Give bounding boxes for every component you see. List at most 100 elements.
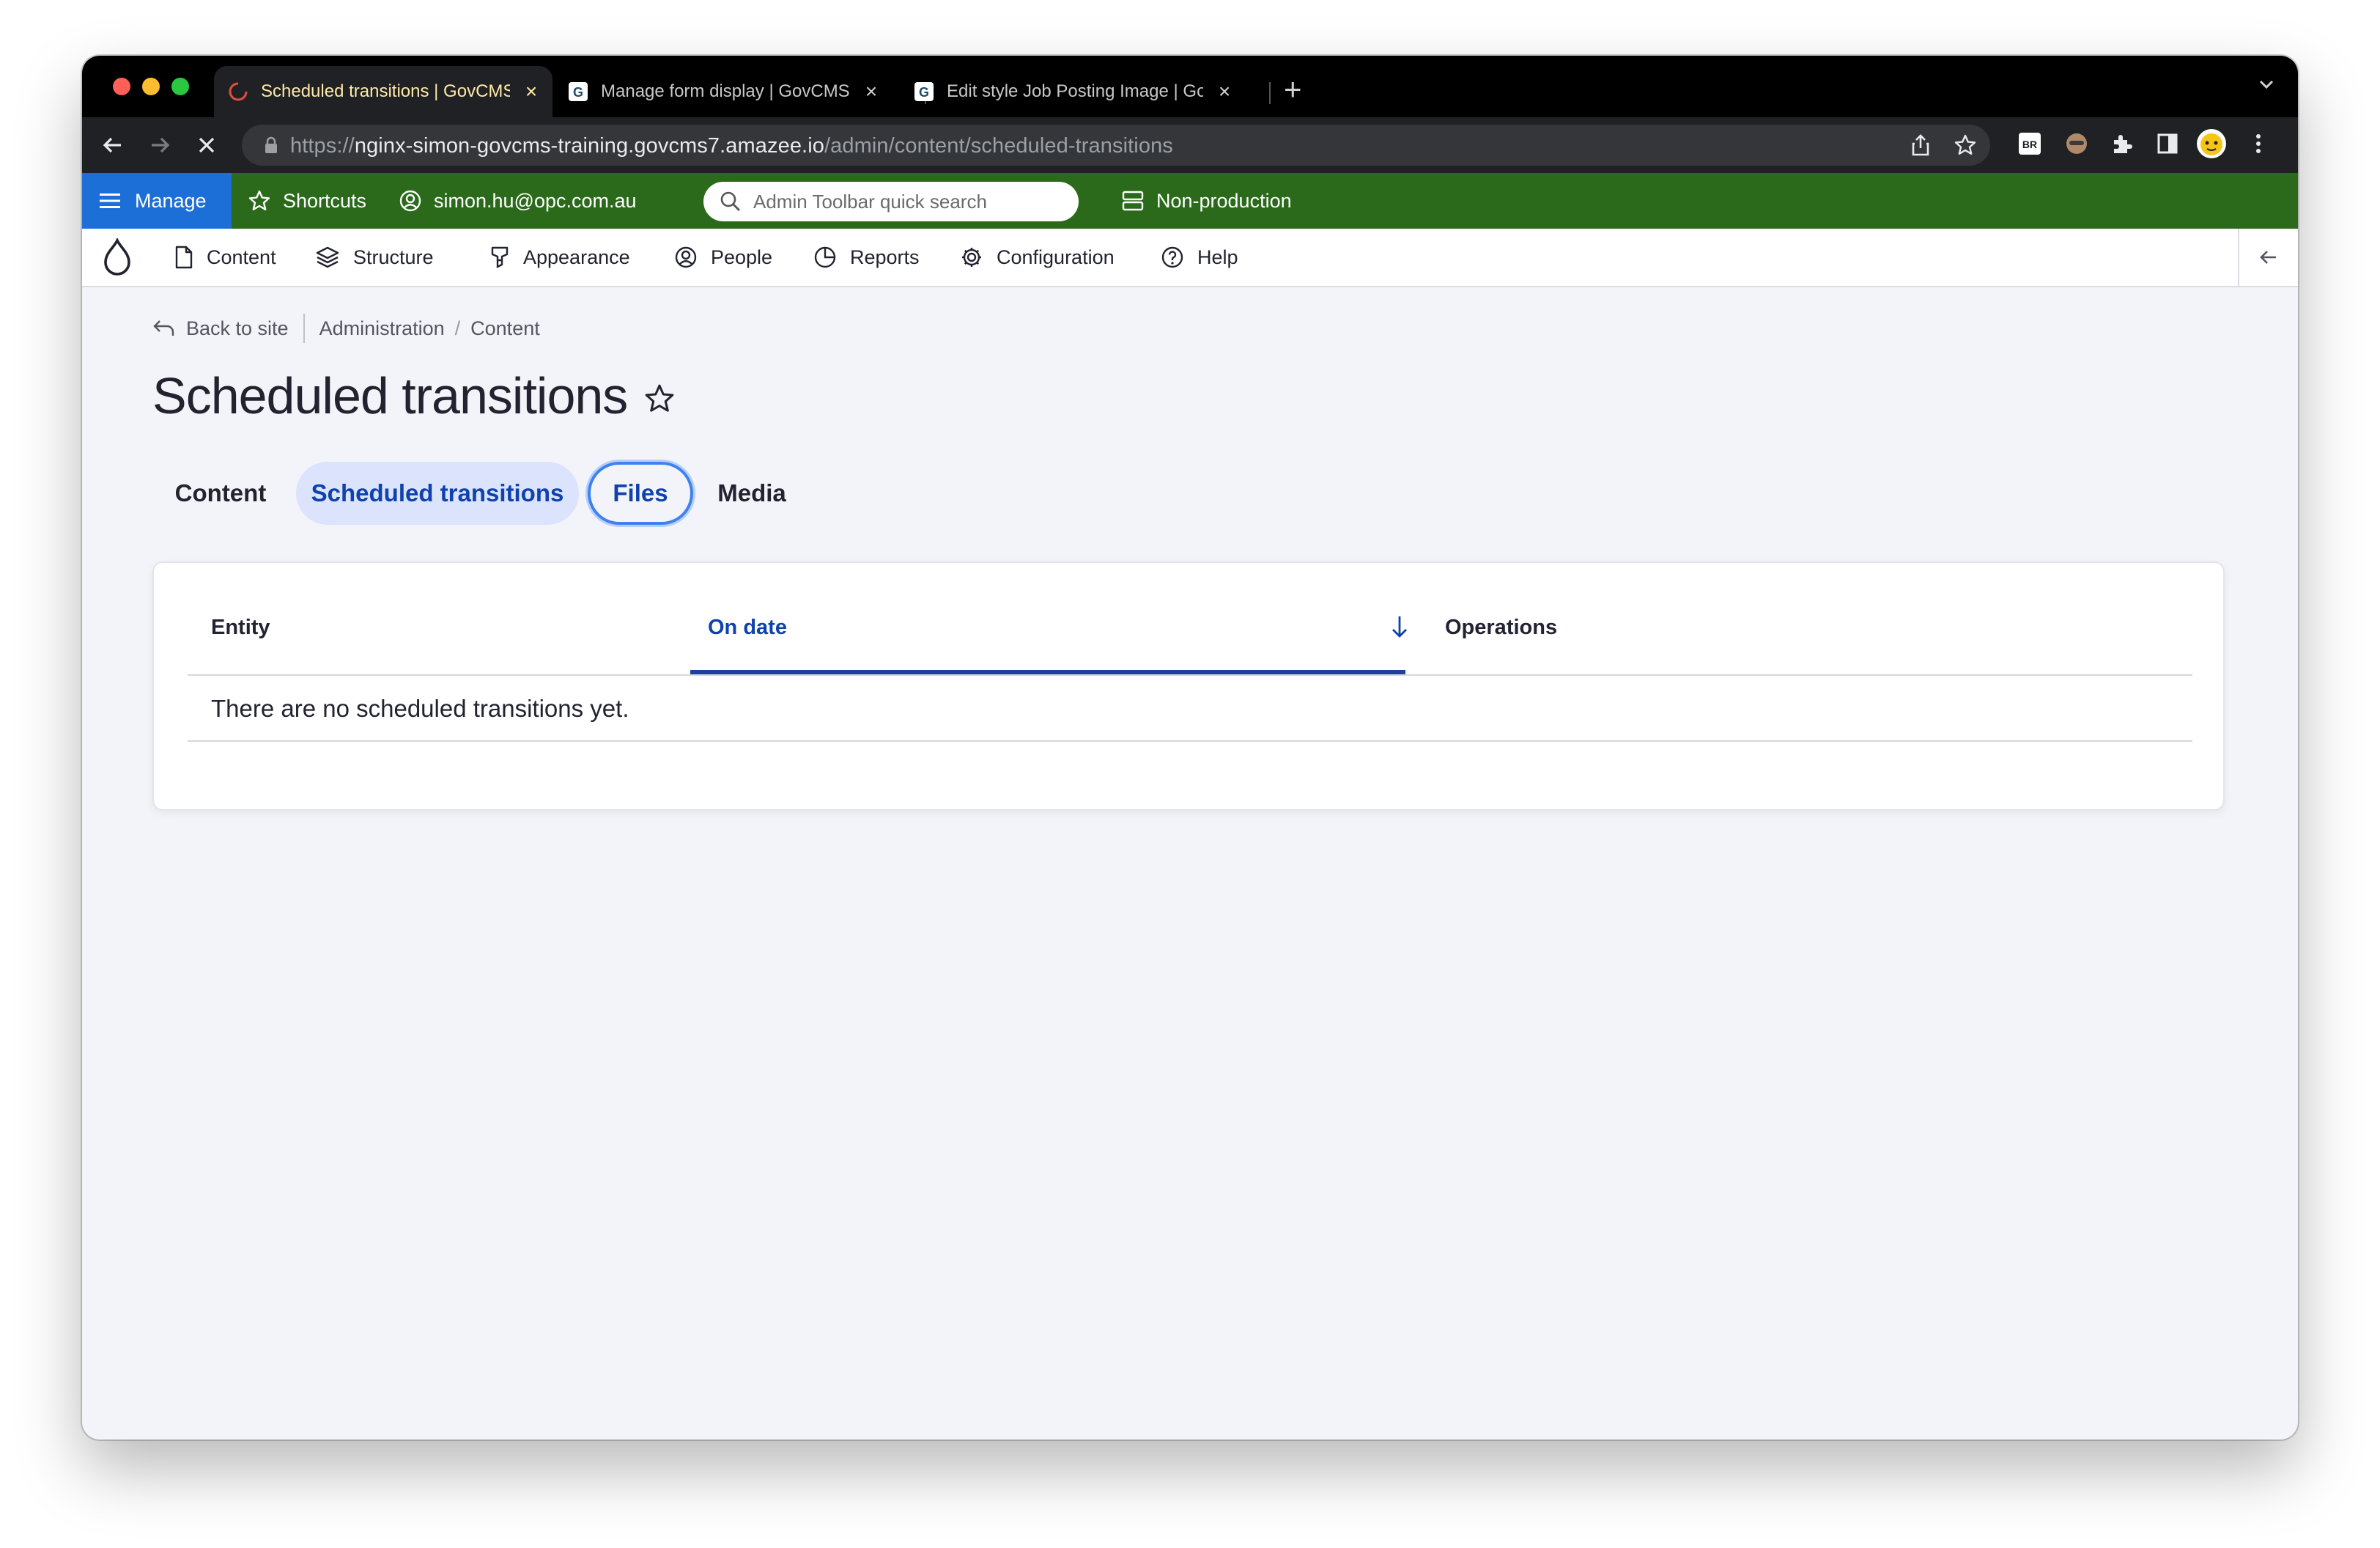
table-row: There are no scheduled transitions yet. — [188, 676, 2192, 742]
menu-item-help[interactable]: Help — [1161, 229, 1238, 286]
collapse-toolbar-button[interactable] — [2238, 229, 2298, 286]
browser-tab-scheduled-transitions[interactable]: Scheduled transitions | GovCMS × — [214, 66, 552, 117]
add-shortcut-star-icon[interactable] — [643, 368, 676, 427]
extension-avatar-icon[interactable] — [2061, 128, 2093, 160]
user-icon — [399, 190, 421, 212]
quick-search-input[interactable] — [752, 189, 1062, 214]
server-icon — [1122, 191, 1144, 211]
govcms-favicon-icon: G — [567, 81, 589, 103]
side-panel-icon[interactable] — [2151, 128, 2184, 160]
breadcrumb-divider — [303, 314, 305, 343]
menu-item-configuration[interactable]: Configuration — [960, 229, 1115, 286]
table-header: Entity On date Operations — [188, 563, 2192, 676]
column-operations: Operations — [1445, 616, 1558, 639]
sort-descending-arrow-icon[interactable] — [1389, 614, 1410, 643]
govcms-favicon-icon: G — [913, 81, 935, 103]
layers-icon — [316, 246, 339, 268]
drupal-logo-icon[interactable] — [101, 229, 147, 286]
environment-label: Non-production — [1156, 189, 1292, 212]
brush-icon — [491, 246, 509, 268]
lock-icon[interactable] — [264, 136, 278, 158]
menu-item-appearance[interactable]: Appearance — [489, 229, 630, 286]
tab-files[interactable]: Files — [588, 462, 693, 525]
profile-avatar[interactable] — [2195, 128, 2228, 160]
page-title-text: Scheduled transitions — [152, 367, 628, 424]
tab-scheduled-transitions[interactable]: Scheduled transitions — [296, 462, 579, 525]
help-icon — [1161, 246, 1183, 268]
user-email: simon.hu@opc.com.au — [434, 189, 637, 212]
browser-tab-title: Edit style Job Posting Image | GovCMS — [947, 81, 1203, 101]
quick-search-field[interactable] — [703, 182, 1079, 221]
breadcrumb-separator: / — [454, 317, 461, 339]
user-menu-button[interactable]: simon.hu@opc.com.au — [399, 173, 637, 229]
menu-item-label: Help — [1197, 246, 1238, 268]
shortcuts-button[interactable]: Shortcuts — [248, 173, 366, 229]
browser-menu-icon[interactable] — [2242, 128, 2274, 160]
url-bar[interactable]: https://nginx-simon-govcms-training.govc… — [242, 125, 1990, 166]
column-entity[interactable]: Entity — [211, 616, 270, 640]
sort-active-underline — [690, 670, 1405, 674]
user-circle-icon — [675, 246, 697, 268]
extension-badge-text: BR — [2022, 139, 2037, 150]
new-tab-button[interactable]: + — [1284, 72, 1302, 107]
tab-content[interactable]: Content — [152, 462, 289, 525]
admin-toolbar: Manage Shortcuts simon.hu@opc.com.au Non… — [82, 173, 2298, 229]
minimize-window-button[interactable] — [142, 78, 160, 95]
forward-arrow-icon[interactable] — [142, 128, 177, 163]
admin-menu-bar: Content Structure Appearance People Repo… — [82, 229, 2298, 287]
browser-tab-edit-style[interactable]: G Edit style Job Posting Image | GovCMS … — [900, 66, 1244, 117]
arrow-left-icon — [2260, 251, 2276, 264]
tab-strip: Scheduled transitions | GovCMS × G Manag… — [82, 56, 2298, 117]
back-arrow-icon[interactable] — [95, 128, 130, 163]
share-icon[interactable] — [1910, 133, 1932, 161]
pie-chart-icon — [814, 246, 836, 268]
shortcuts-label: Shortcuts — [283, 189, 367, 212]
environment-indicator[interactable]: Non-production — [1121, 173, 1292, 229]
tab-search-chevron-icon[interactable] — [2257, 75, 2276, 99]
close-tab-icon[interactable]: × — [860, 80, 882, 103]
page-title: Scheduled transitions — [152, 365, 676, 427]
menu-item-label: Structure — [353, 246, 434, 268]
menu-item-label: Reports — [850, 246, 920, 268]
breadcrumb-link-administration[interactable]: Administration — [319, 317, 445, 340]
menu-item-structure[interactable]: Structure — [315, 229, 434, 286]
menu-item-people[interactable]: People — [674, 229, 772, 286]
back-arrow-icon — [153, 320, 174, 336]
back-to-site-label: Back to site — [186, 317, 289, 339]
svg-text:G: G — [919, 85, 929, 100]
hamburger-icon — [100, 194, 120, 208]
menu-item-label: Content — [207, 246, 276, 268]
maximize-window-button[interactable] — [171, 78, 189, 95]
transitions-table-card: Entity On date Operations There are no s… — [152, 561, 2225, 811]
address-toolbar: https://nginx-simon-govcms-training.govc… — [82, 117, 2298, 173]
extension-br-icon[interactable]: BR — [2014, 128, 2046, 160]
column-on-date[interactable]: On date — [708, 616, 787, 640]
close-tab-icon[interactable]: × — [1213, 80, 1235, 103]
back-to-site-link[interactable]: Back to site — [152, 317, 289, 340]
menu-item-reports[interactable]: Reports — [813, 229, 920, 286]
menu-item-content[interactable]: Content — [174, 229, 276, 286]
bookmark-star-icon[interactable] — [1954, 133, 1977, 161]
document-icon — [175, 246, 193, 269]
browser-tab-title: Manage form display | GovCMS — [601, 81, 850, 101]
breadcrumb-link-content[interactable]: Content — [470, 317, 540, 340]
extensions-puzzle-icon[interactable] — [2106, 128, 2138, 160]
svg-text:G: G — [573, 85, 583, 100]
breadcrumb: Back to site Administration / Content — [152, 314, 540, 343]
browser-tab-manage-form-display[interactable]: G Manage form display | GovCMS × — [554, 66, 890, 117]
tab-media[interactable]: Media — [706, 462, 797, 525]
browser-tab-title: Scheduled transitions | GovCMS — [261, 81, 510, 101]
search-icon — [720, 191, 740, 211]
empty-message: There are no scheduled transitions yet. — [211, 695, 629, 722]
menu-item-label: People — [711, 246, 773, 268]
menu-item-label: Configuration — [997, 246, 1115, 268]
close-window-button[interactable] — [113, 78, 130, 95]
loading-spinner-icon — [227, 81, 249, 103]
stop-loading-icon[interactable] — [189, 128, 224, 163]
close-tab-icon[interactable]: × — [520, 80, 542, 103]
url-text[interactable]: https://nginx-simon-govcms-training.govc… — [290, 134, 1173, 158]
manage-button[interactable]: Manage — [82, 173, 232, 229]
gear-icon — [962, 248, 981, 267]
star-icon — [248, 190, 270, 210]
browser-window: Scheduled transitions | GovCMS × G Manag… — [82, 56, 2298, 1440]
